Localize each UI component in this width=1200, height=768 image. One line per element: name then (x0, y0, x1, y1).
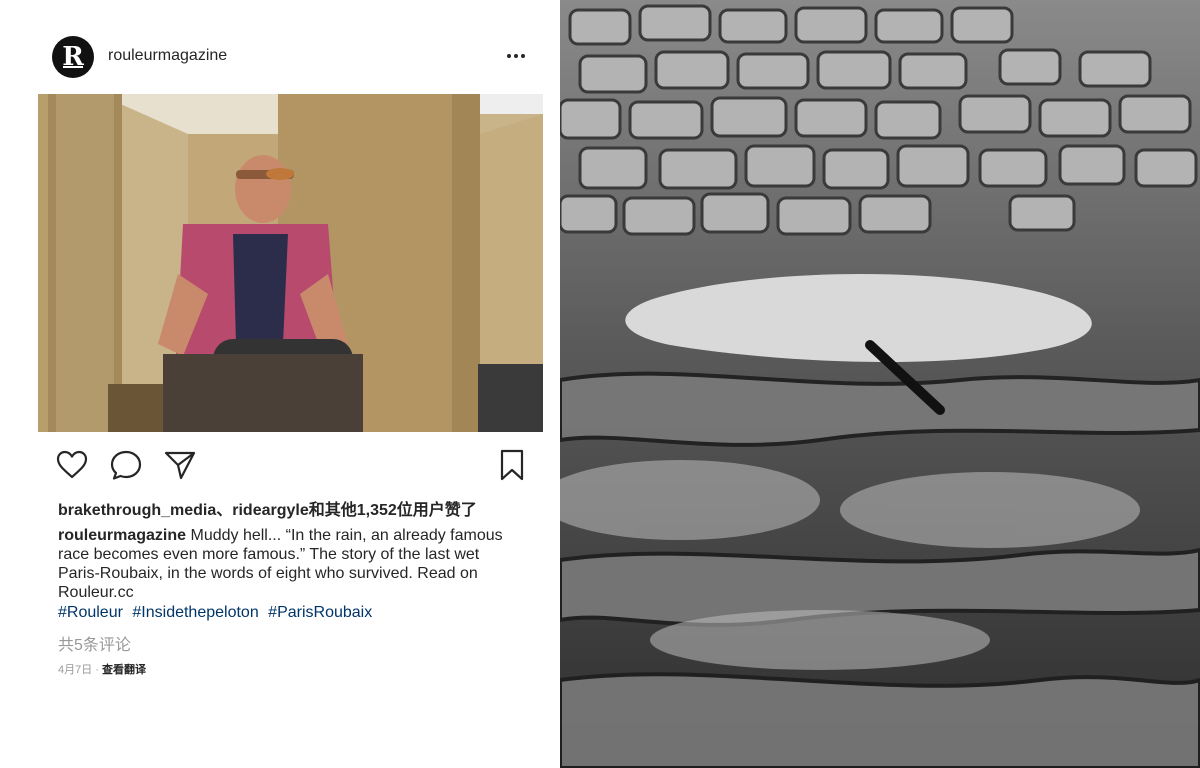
more-options-icon[interactable] (504, 44, 528, 68)
hashtag-link[interactable]: #Insidethepeloton (132, 604, 258, 621)
post-caption: rouleurmagazine Muddy hell... “In the ra… (58, 526, 518, 602)
view-comments-link[interactable]: 共5条评论 (58, 631, 131, 655)
bookmark-icon[interactable] (495, 448, 529, 482)
caption-username[interactable]: rouleurmagazine (58, 527, 186, 544)
post-actions (55, 448, 530, 482)
hashtag-list: #Rouleur #Insidethepeloton #ParisRoubaix (58, 604, 377, 622)
post-header: R rouleurmagazine (52, 36, 532, 80)
post-meta: 4月7日 · 查看翻译 (58, 661, 146, 677)
post-username[interactable]: rouleurmagazine (108, 47, 227, 65)
meta-separator: · (95, 664, 99, 676)
heart-icon[interactable] (55, 448, 89, 482)
cobblestone-mud-photo (560, 0, 1200, 768)
instagram-post: R rouleurmagazine brakethrough_media、rid… (0, 0, 560, 768)
hashtag-link[interactable]: #ParisRoubaix (268, 604, 372, 621)
hashtag-link[interactable]: #Rouleur (58, 604, 123, 621)
comment-icon[interactable] (109, 448, 143, 482)
send-icon[interactable] (163, 448, 197, 482)
likes-summary[interactable]: brakethrough_media、rideargyle和其他1,352位用户… (58, 496, 477, 520)
avatar[interactable]: R (52, 36, 94, 78)
post-date: 4月7日 (58, 664, 93, 676)
post-photo[interactable] (38, 94, 543, 432)
avatar-underline (63, 66, 83, 68)
translate-link[interactable]: 查看翻译 (102, 664, 146, 676)
